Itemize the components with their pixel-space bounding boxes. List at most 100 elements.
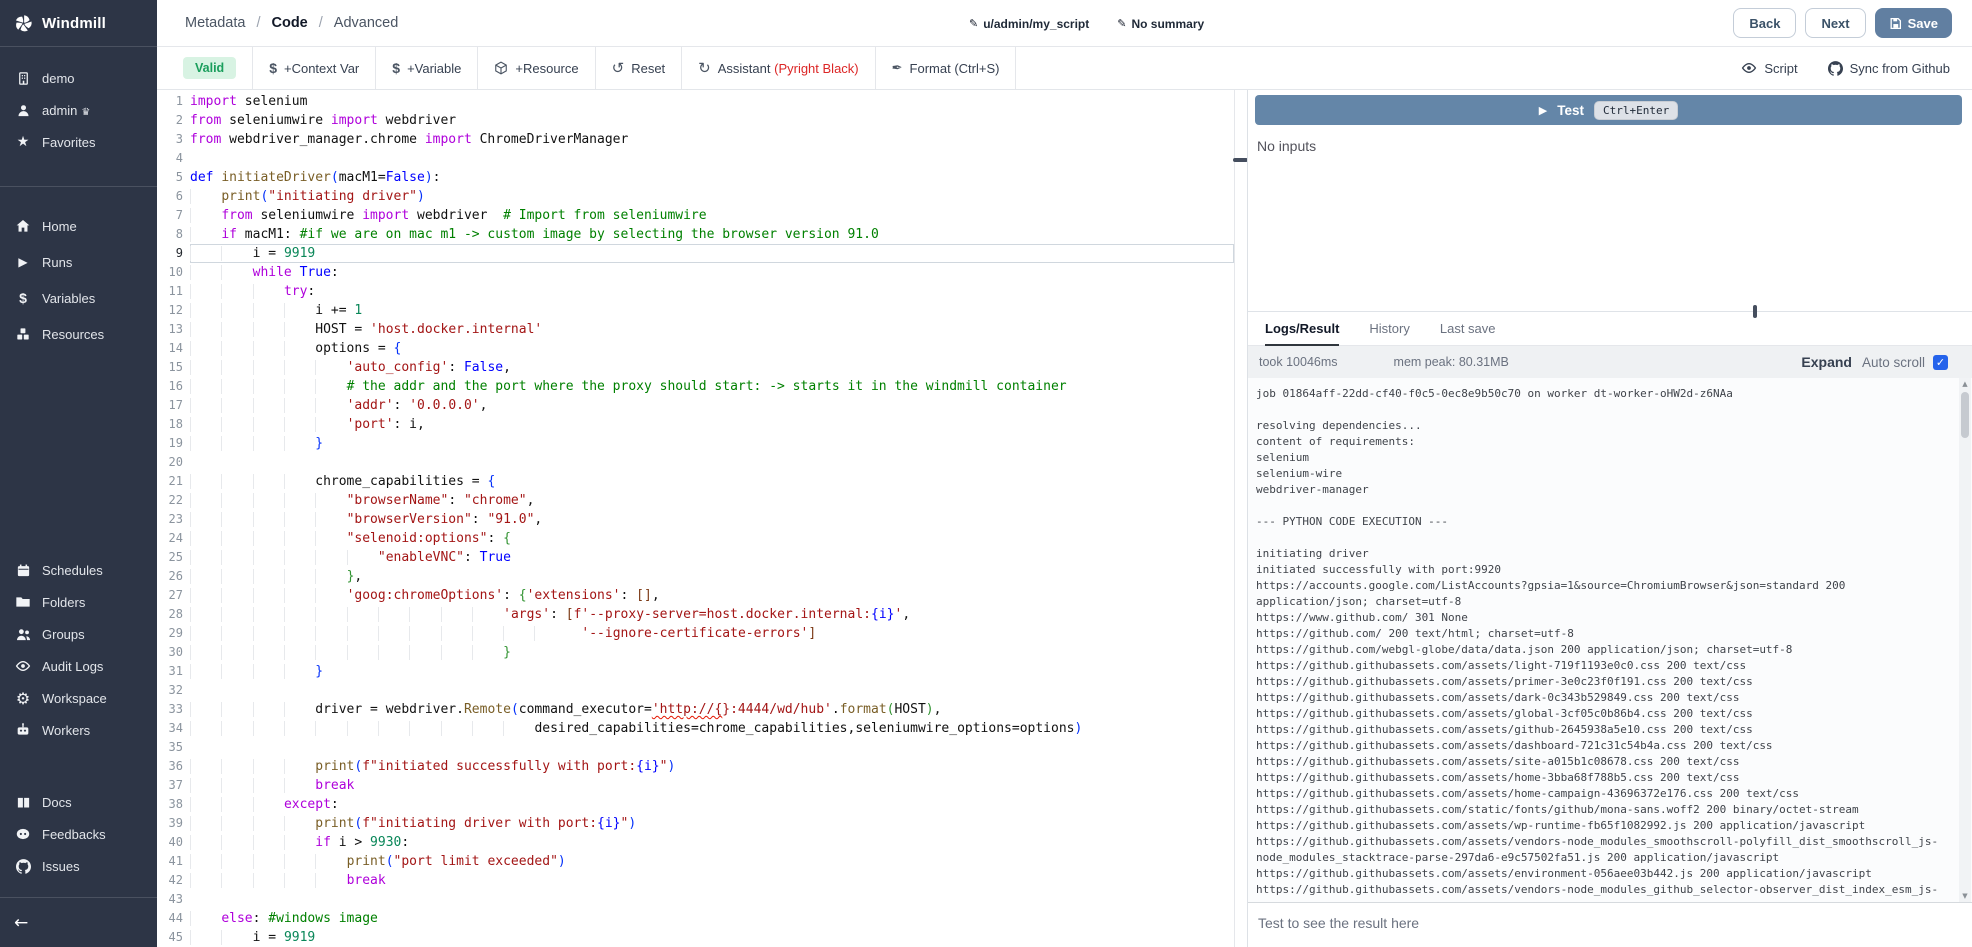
code-line-34[interactable]: 34 desired_capabilities=chrome_capabilit… bbox=[157, 719, 1234, 738]
horizontal-splitter-handle-icon[interactable] bbox=[1753, 305, 1757, 318]
code-line-2[interactable]: 2from seleniumwire import webdriver bbox=[157, 111, 1234, 130]
sidebar-admin-nav: SchedulesFoldersGroupsAudit Logs⚙Workspa… bbox=[0, 554, 157, 746]
back-button[interactable]: Back bbox=[1733, 8, 1796, 38]
code-line-20[interactable]: 20 bbox=[157, 453, 1234, 472]
breadcrumb-code[interactable]: Code bbox=[272, 15, 308, 31]
collapse-sidebar-button[interactable]: ← bbox=[0, 905, 157, 941]
code-line-25[interactable]: 25 "enableVNC": True bbox=[157, 548, 1234, 567]
code-line-12[interactable]: 12 i += 1 bbox=[157, 301, 1234, 320]
code-line-40[interactable]: 40 if i > 9930: bbox=[157, 833, 1234, 852]
context-var-button[interactable]: $+Context Var bbox=[252, 47, 375, 89]
code-line-27[interactable]: 27 'goog:chromeOptions': {'extensions': … bbox=[157, 586, 1234, 605]
code-line-36[interactable]: 36 print(f"initiated successfully with p… bbox=[157, 757, 1234, 776]
code-line-23[interactable]: 23 "browserVersion": "91.0", bbox=[157, 510, 1234, 529]
sidebar-item-workspace[interactable]: ⚙Workspace bbox=[0, 682, 157, 714]
sidebar-item-docs[interactable]: Docs bbox=[0, 786, 157, 818]
code-line-10[interactable]: 10 while True: bbox=[157, 263, 1234, 282]
code-line-37[interactable]: 37 break bbox=[157, 776, 1234, 795]
script-summary[interactable]: ✎ No summary bbox=[1117, 17, 1204, 31]
code-line-17[interactable]: 17 'addr': '0.0.0.0', bbox=[157, 396, 1234, 415]
package-icon bbox=[494, 61, 508, 75]
reset-button[interactable]: ↺Reset bbox=[595, 47, 682, 89]
code-line-41[interactable]: 41 print("port limit exceeded") bbox=[157, 852, 1234, 871]
code-line-35[interactable]: 35 bbox=[157, 738, 1234, 757]
code-line-11[interactable]: 11 try: bbox=[157, 282, 1234, 301]
resource-button[interactable]: +Resource bbox=[477, 47, 594, 89]
tab-logs-result[interactable]: Logs/Result bbox=[1265, 312, 1339, 346]
code-line-14[interactable]: 14 options = { bbox=[157, 339, 1234, 358]
sidebar-item-schedules[interactable]: Schedules bbox=[0, 554, 157, 586]
editor-toolbar: Valid $+Context Var$+Variable+Resource↺R… bbox=[157, 47, 1972, 90]
logs-scrollbar[interactable]: ▲ ▼ bbox=[1959, 378, 1971, 902]
sidebar-item-demo[interactable]: demo bbox=[0, 62, 157, 94]
autoscroll-checkbox[interactable]: ✓ bbox=[1933, 355, 1948, 370]
code-line-22[interactable]: 22 "browserName": "chrome", bbox=[157, 491, 1234, 510]
code-line-44[interactable]: 44 else: #windows image bbox=[157, 909, 1234, 928]
code-line-26[interactable]: 26 }, bbox=[157, 567, 1234, 586]
tab-last-save[interactable]: Last save bbox=[1440, 312, 1496, 346]
sidebar-item-audit-logs[interactable]: Audit Logs bbox=[0, 650, 157, 682]
code-line-29[interactable]: 29 '--ignore-certificate-errors'] bbox=[157, 624, 1234, 643]
sidebar-item-groups[interactable]: Groups bbox=[0, 618, 157, 650]
code-line-18[interactable]: 18 'port': i, bbox=[157, 415, 1234, 434]
code-line-38[interactable]: 38 except: bbox=[157, 795, 1234, 814]
code-line-24[interactable]: 24 "selenoid:options": { bbox=[157, 529, 1234, 548]
code-line-16[interactable]: 16 # the addr and the port where the pro… bbox=[157, 377, 1234, 396]
sidebar-item-home[interactable]: Home bbox=[0, 208, 157, 244]
code-line-31[interactable]: 31 } bbox=[157, 662, 1234, 681]
scroll-down-icon[interactable]: ▼ bbox=[1959, 890, 1971, 902]
sidebar-item-variables[interactable]: $Variables bbox=[0, 280, 157, 316]
panel-splitter[interactable] bbox=[1235, 90, 1247, 947]
code-line-19[interactable]: 19 } bbox=[157, 434, 1234, 453]
script-button[interactable]: Script bbox=[1741, 60, 1797, 76]
code-line-33[interactable]: 33 driver = webdriver.Remote(command_exe… bbox=[157, 700, 1234, 719]
expand-logs-button[interactable]: Expand bbox=[1801, 354, 1852, 370]
format-ctrl-s-button[interactable]: ✒Format (Ctrl+S) bbox=[875, 47, 1017, 89]
code-line-4[interactable]: 4 bbox=[157, 149, 1234, 168]
sidebar-item-workers[interactable]: Workers bbox=[0, 714, 157, 746]
windmill-pinwheel-icon bbox=[13, 13, 34, 34]
code-line-13[interactable]: 13 HOST = 'host.docker.internal' bbox=[157, 320, 1234, 339]
code-line-21[interactable]: 21 chrome_capabilities = { bbox=[157, 472, 1234, 491]
code-line-42[interactable]: 42 break bbox=[157, 871, 1234, 890]
code-line-45[interactable]: 45 i = 9919 bbox=[157, 928, 1234, 947]
code-line-7[interactable]: 7 from seleniumwire import webdriver # I… bbox=[157, 206, 1234, 225]
sidebar-item-folders[interactable]: Folders bbox=[0, 586, 157, 618]
sidebar-item-issues[interactable]: Issues bbox=[0, 850, 157, 882]
sidebar-item-runs[interactable]: ▶Runs bbox=[0, 244, 157, 280]
code-line-6[interactable]: 6 print("initiating driver") bbox=[157, 187, 1234, 206]
script-path[interactable]: ✎ u/admin/my_script bbox=[969, 17, 1089, 31]
code-line-39[interactable]: 39 print(f"initiating driver with port:{… bbox=[157, 814, 1234, 833]
variable-button[interactable]: $+Variable bbox=[375, 47, 477, 89]
code-editor[interactable]: 1import selenium2from seleniumwire impor… bbox=[157, 90, 1235, 947]
code-line-32[interactable]: 32 bbox=[157, 681, 1234, 700]
code-line-28[interactable]: 28 'args': [f'--proxy-server=host.docker… bbox=[157, 605, 1234, 624]
sidebar-item-feedbacks[interactable]: Feedbacks bbox=[0, 818, 157, 850]
sync-from-github-button[interactable]: Sync from Github bbox=[1828, 61, 1950, 76]
scrollbar-thumb[interactable] bbox=[1961, 392, 1969, 438]
sidebar-item-favorites[interactable]: ★Favorites bbox=[0, 126, 157, 158]
breadcrumb-metadata[interactable]: Metadata bbox=[185, 15, 245, 31]
gear-icon: ⚙ bbox=[14, 689, 32, 708]
breadcrumb-advanced[interactable]: Advanced bbox=[334, 15, 399, 31]
sidebar-divider bbox=[0, 186, 157, 187]
next-button[interactable]: Next bbox=[1805, 8, 1865, 38]
code-line-5[interactable]: 5def initiateDriver(macM1=False): bbox=[157, 168, 1234, 187]
code-line-15[interactable]: 15 'auto_config': False, bbox=[157, 358, 1234, 377]
test-section: ▶ Test Ctrl+Enter No inputs bbox=[1248, 90, 1972, 312]
code-line-9[interactable]: 9 i = 9919 bbox=[157, 244, 1234, 263]
sidebar-item-resources[interactable]: Resources bbox=[0, 316, 157, 352]
assistant-button[interactable]: ↻Assistant (Pyright Black) bbox=[681, 47, 874, 89]
tab-history[interactable]: History bbox=[1369, 312, 1409, 346]
code-line-3[interactable]: 3from webdriver_manager.chrome import Ch… bbox=[157, 130, 1234, 149]
test-button[interactable]: ▶ Test Ctrl+Enter bbox=[1255, 95, 1962, 125]
windmill-logo[interactable]: Windmill bbox=[0, 0, 157, 47]
code-line-30[interactable]: 30 } bbox=[157, 643, 1234, 662]
code-line-43[interactable]: 43 bbox=[157, 890, 1234, 909]
crown-icon: ♛ bbox=[81, 107, 90, 118]
scroll-up-icon[interactable]: ▲ bbox=[1959, 378, 1971, 390]
save-button[interactable]: Save bbox=[1875, 8, 1952, 38]
code-line-8[interactable]: 8 if macM1: #if we are on mac m1 -> cust… bbox=[157, 225, 1234, 244]
sidebar-item-admin[interactable]: admin♛ bbox=[0, 94, 157, 126]
code-line-1[interactable]: 1import selenium bbox=[157, 92, 1234, 111]
